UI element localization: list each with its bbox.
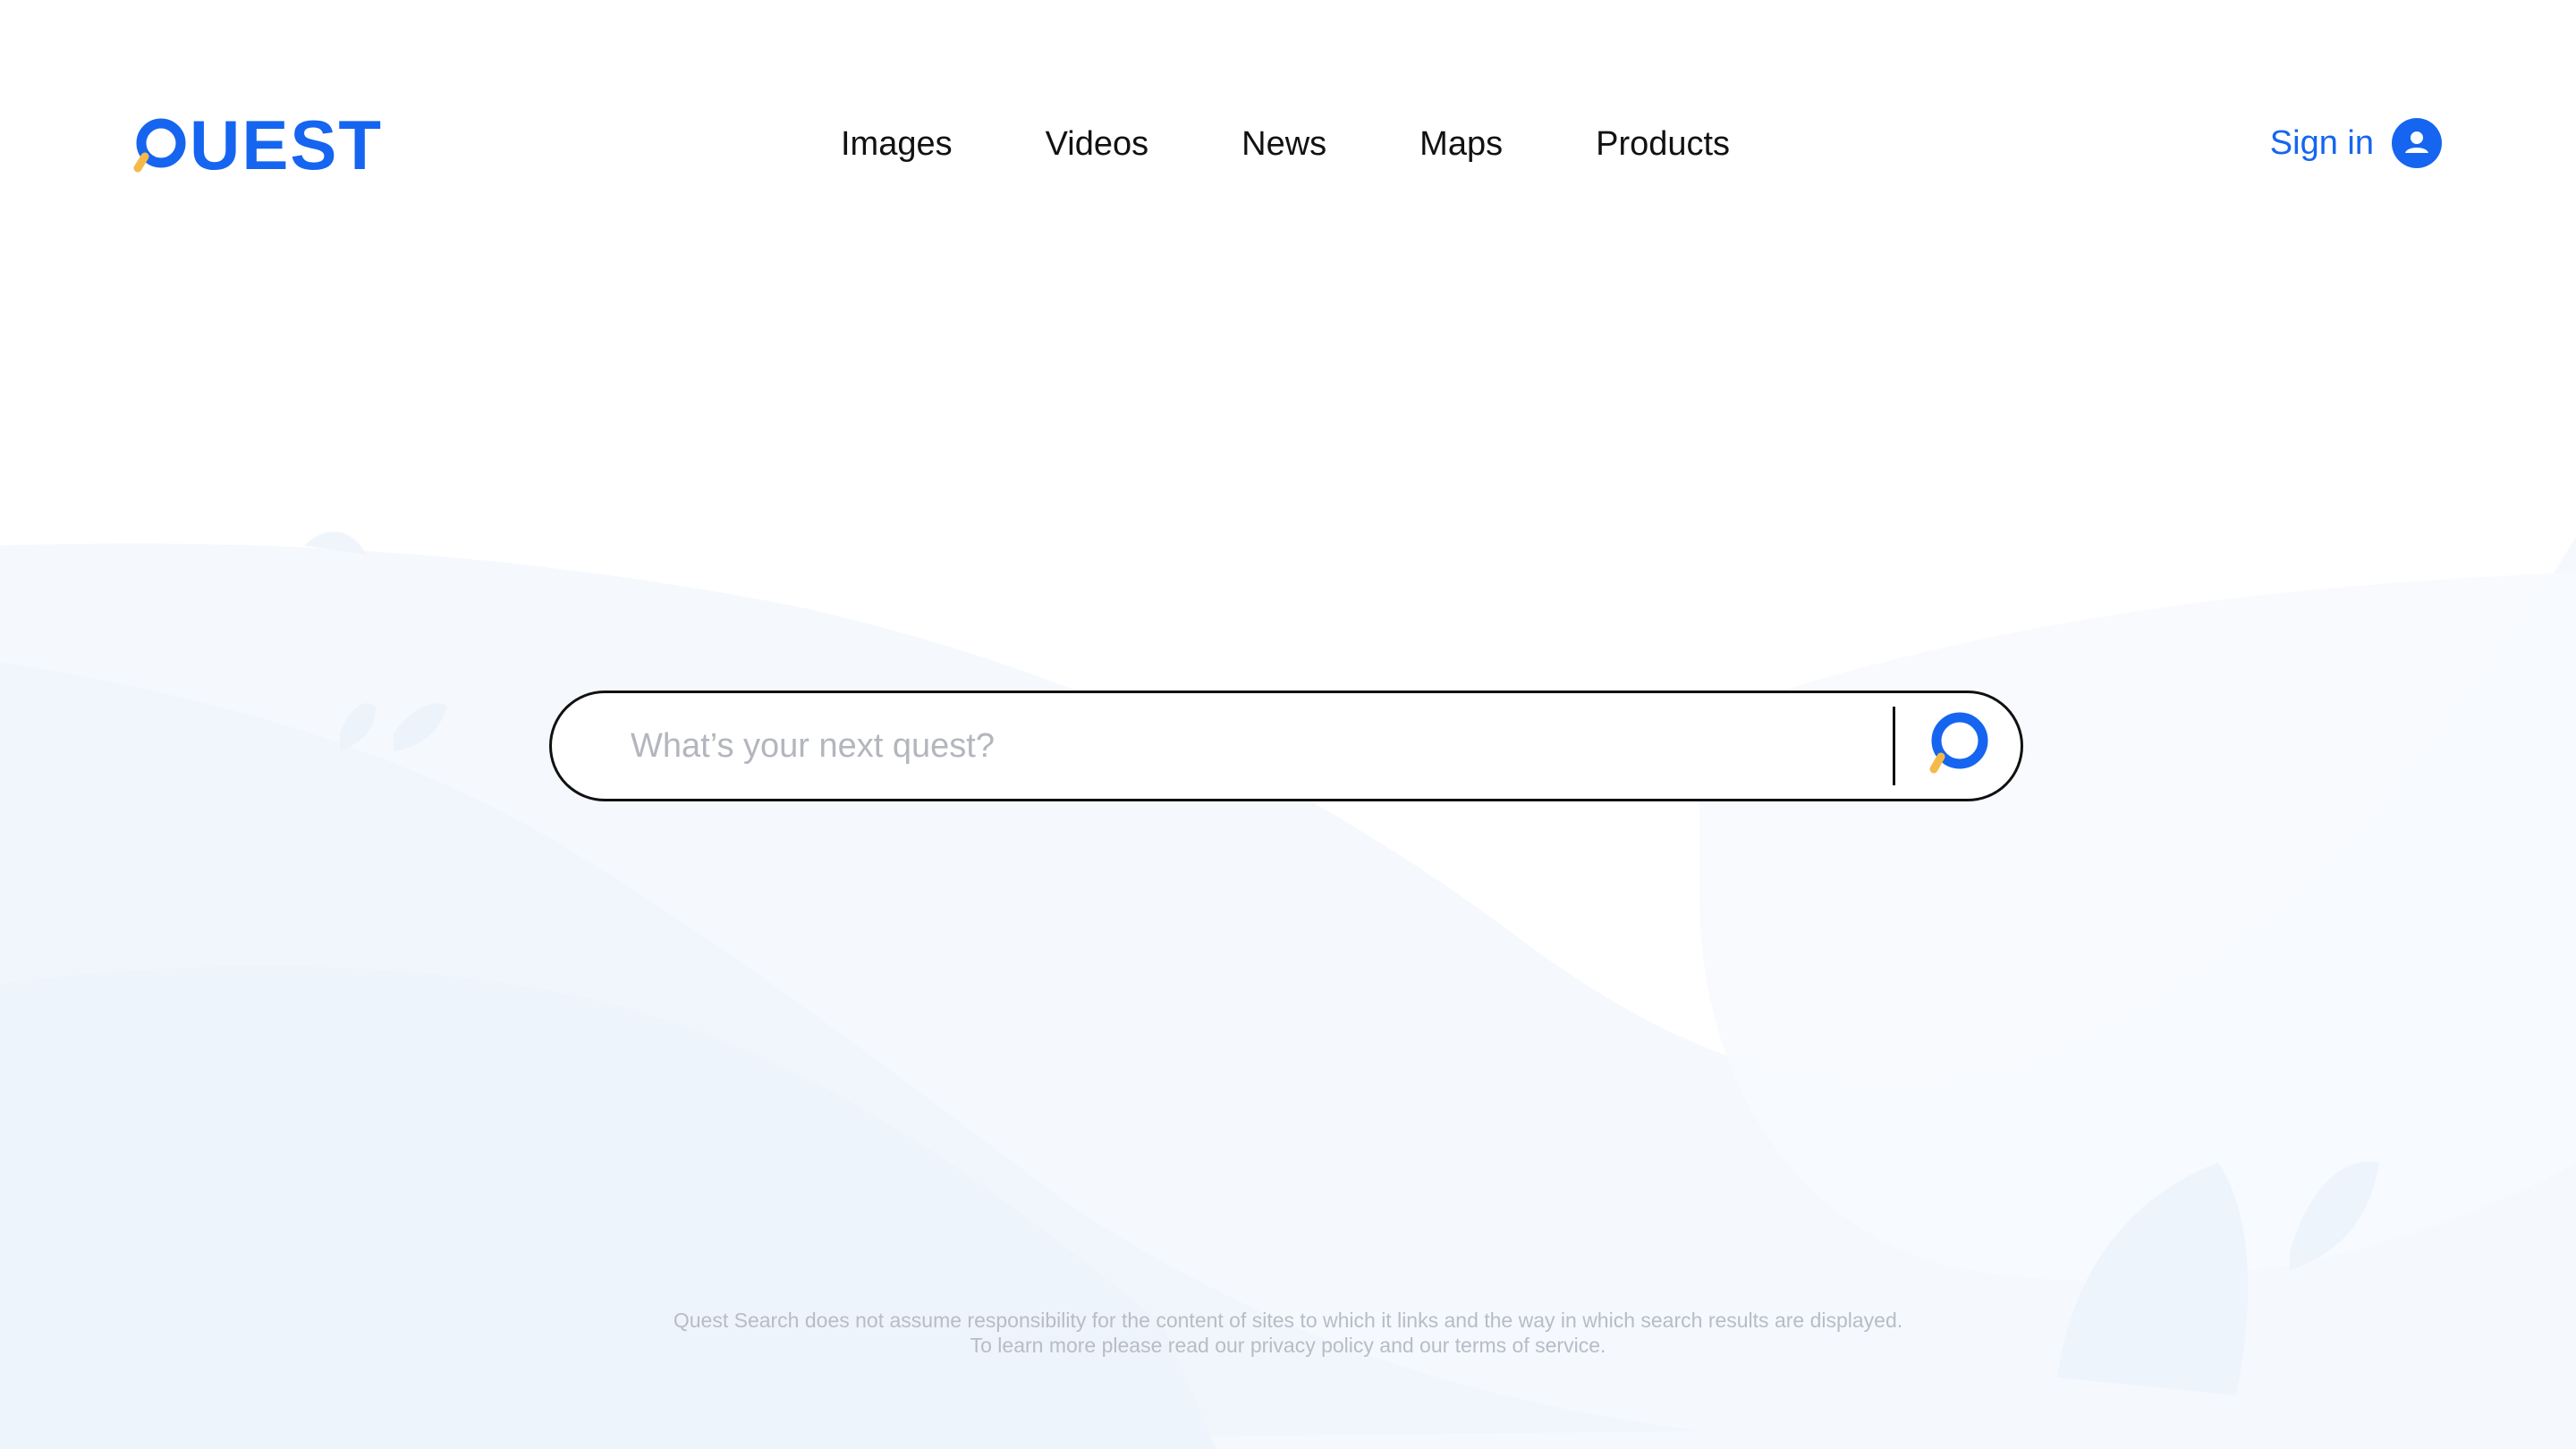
sign-in-button[interactable]: Sign in: [2270, 118, 2442, 168]
quest-logo[interactable]: UEST: [132, 106, 384, 184]
footer-disclaimer: Quest Search does not assume responsibil…: [0, 1308, 2576, 1358]
search-input[interactable]: [552, 693, 1893, 799]
sign-in-label: Sign in: [2269, 124, 2374, 162]
magnifier-q-icon: [132, 114, 186, 175]
search-home-page: UEST Images Videos News Maps Products Si…: [0, 0, 2576, 1449]
top-header: UEST Images Videos News Maps Products Si…: [0, 0, 2576, 288]
disclaimer-line-1: Quest Search does not assume responsibil…: [673, 1309, 1903, 1332]
nav-item-videos[interactable]: Videos: [1046, 122, 1149, 166]
magnifier-q-icon: [1924, 708, 1992, 784]
nav-item-images[interactable]: Images: [841, 122, 953, 166]
nav-item-maps[interactable]: Maps: [1419, 122, 1503, 166]
main-nav: Images Videos News Maps Products: [841, 122, 1730, 166]
search-bar: [549, 691, 2023, 801]
user-icon: [2392, 118, 2442, 168]
disclaimer-line-2: To learn more please read our privacy po…: [970, 1334, 1606, 1357]
nav-item-news[interactable]: News: [1241, 122, 1326, 166]
search-button[interactable]: [1895, 693, 2021, 799]
nav-item-products[interactable]: Products: [1596, 122, 1730, 166]
logo-wordmark: UEST: [190, 106, 384, 184]
